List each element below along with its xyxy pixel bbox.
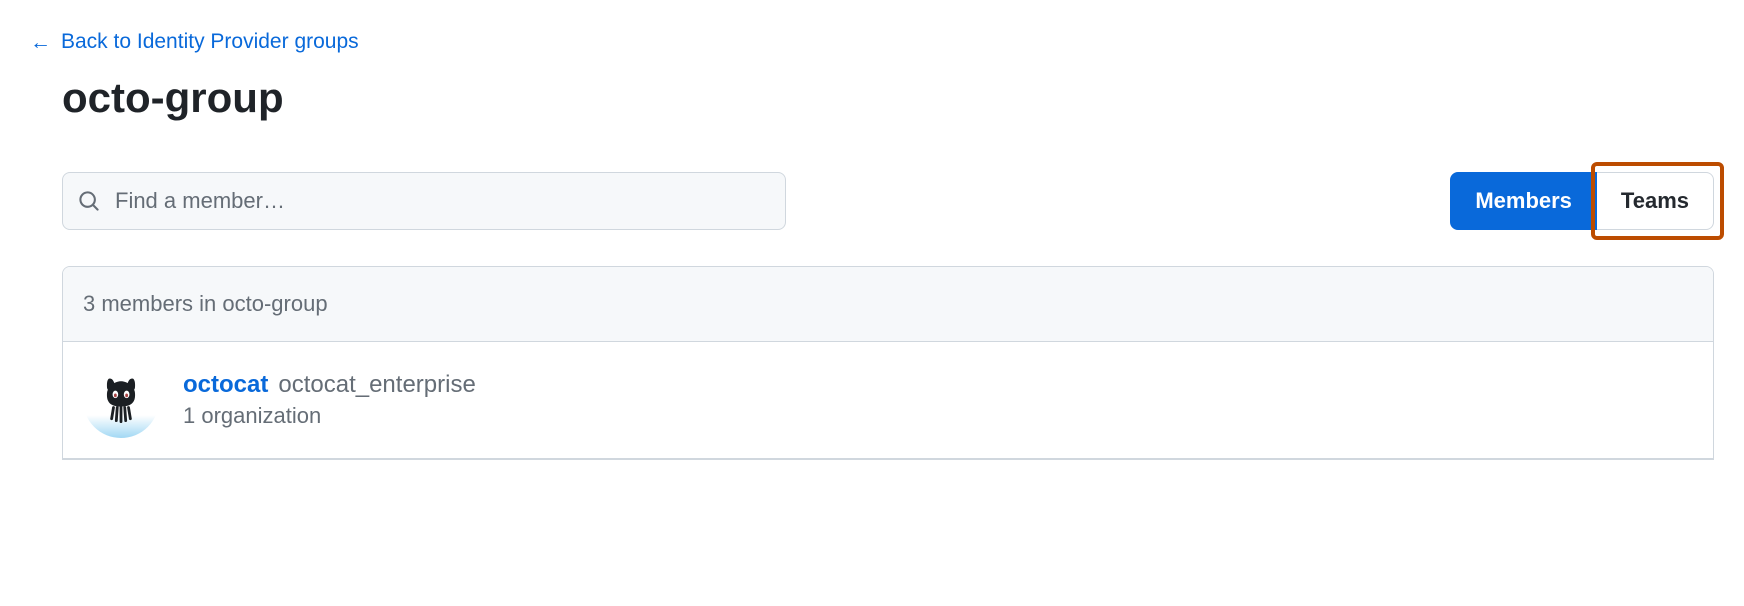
back-link-label: Back to Identity Provider groups: [61, 30, 359, 54]
tab-members[interactable]: Members: [1450, 172, 1597, 230]
controls-row: Members Teams: [62, 172, 1714, 230]
page-title: octo-group: [62, 74, 1714, 122]
search-input[interactable]: [62, 172, 786, 230]
highlight-annotation: Teams: [1597, 172, 1714, 230]
back-link[interactable]: ← Back to Identity Provider groups: [30, 30, 359, 54]
member-info: octocat octocat_enterprise 1 organizatio…: [183, 371, 476, 429]
member-username[interactable]: octocat: [183, 371, 268, 399]
avatar[interactable]: [83, 362, 159, 438]
list-header: 3 members in octo-group: [63, 267, 1713, 342]
member-meta: 1 organization: [183, 403, 476, 429]
member-fullname: octocat_enterprise: [278, 371, 475, 399]
arrow-left-icon: ←: [30, 32, 51, 53]
tab-teams[interactable]: Teams: [1597, 172, 1714, 230]
list-item: octocat octocat_enterprise 1 organizatio…: [63, 342, 1713, 459]
tab-group: Members Teams: [1450, 172, 1714, 230]
members-list: 3 members in octo-group octocat: [62, 266, 1714, 460]
octocat-icon: [91, 370, 151, 430]
search-wrapper: [62, 172, 786, 230]
search-icon: [78, 190, 100, 212]
